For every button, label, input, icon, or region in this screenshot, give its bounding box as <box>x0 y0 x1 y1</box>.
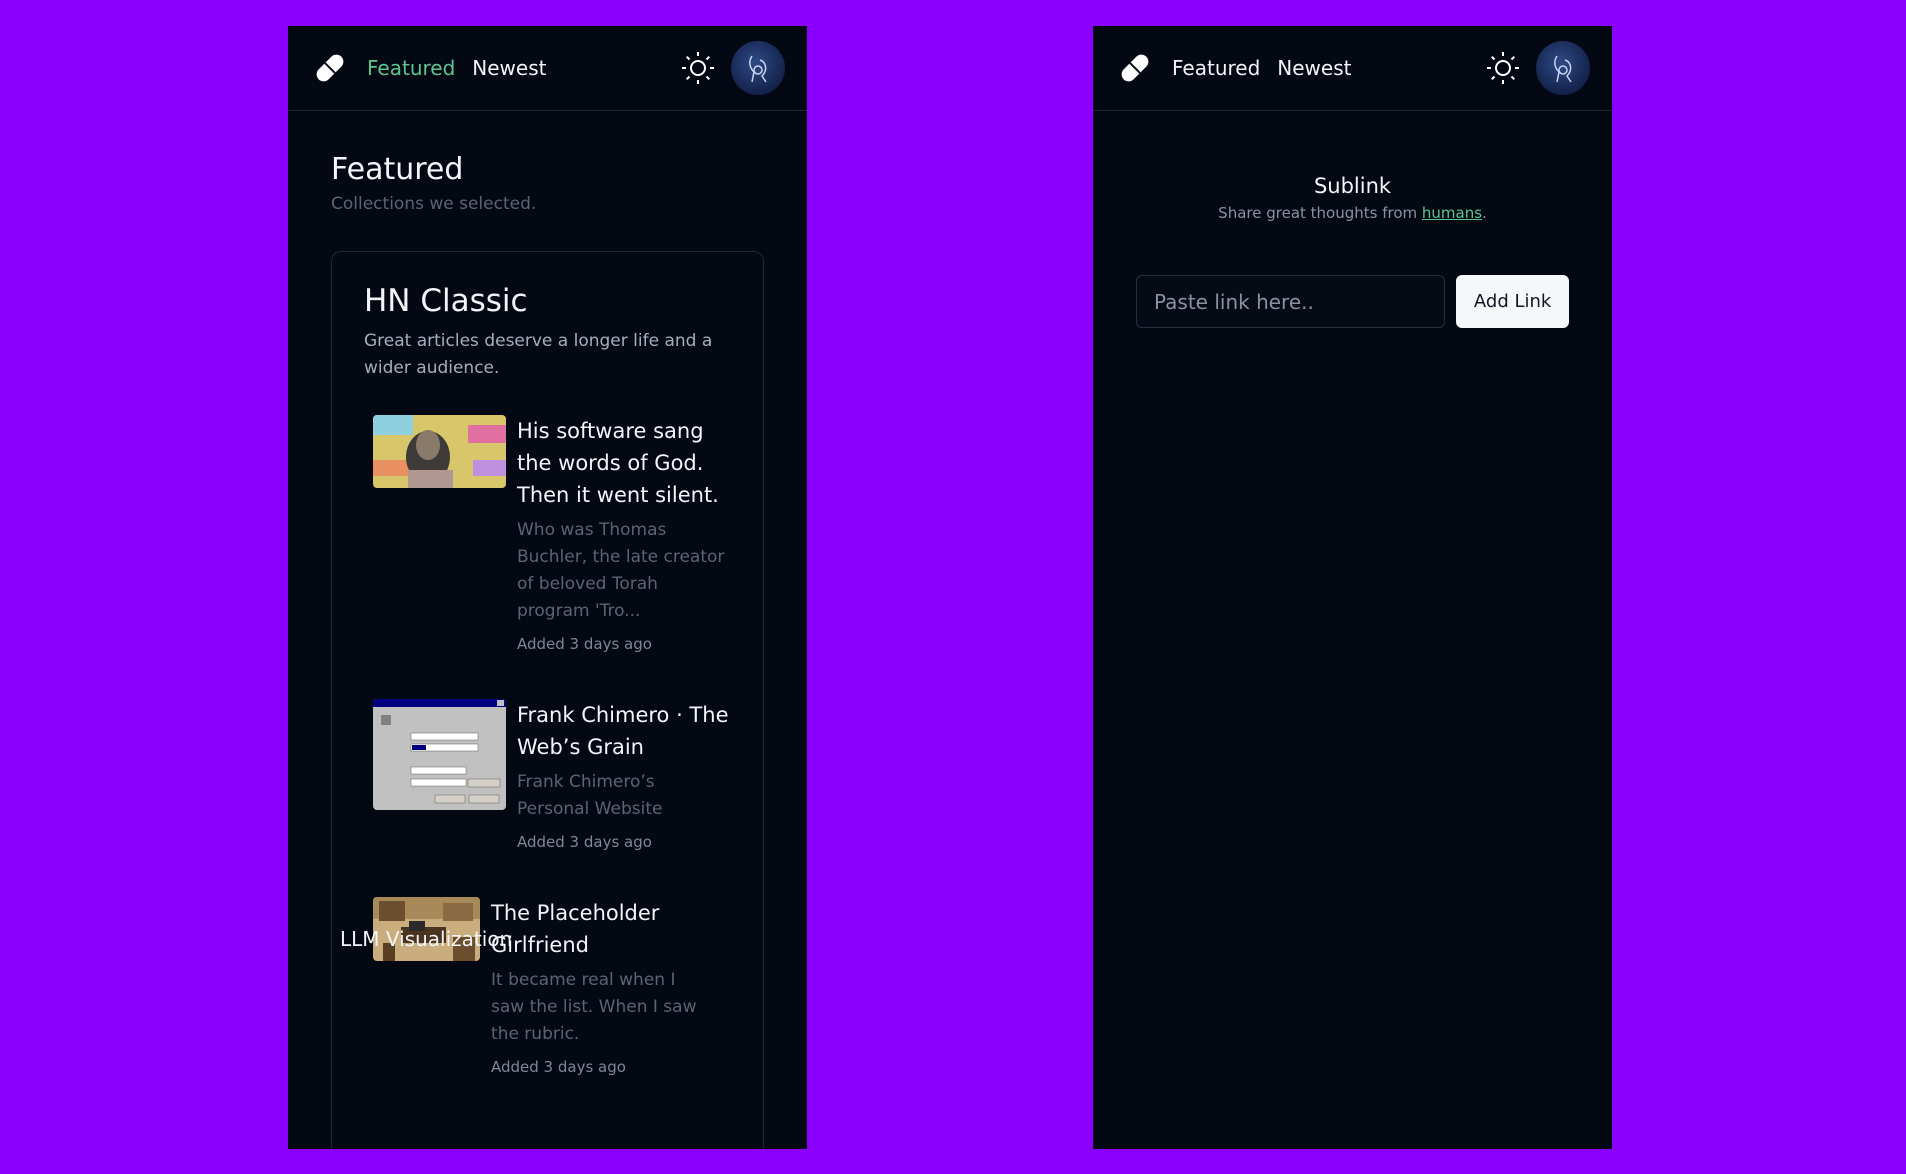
article-item[interactable]: Frank Chimero · The Web’s Grain Frank Ch… <box>373 699 743 851</box>
article-date: Added 3 days ago <box>517 635 652 653</box>
article-item[interactable]: His software sang the words of God. Then… <box>373 415 743 653</box>
site-tagline: Share great thoughts from humans. <box>1093 204 1612 222</box>
article-body: Frank Chimero · The Web’s Grain Frank Ch… <box>517 699 732 851</box>
collection-description: Great articles deserve a longer life and… <box>364 331 713 378</box>
article-body: His software sang the words of God. Then… <box>517 415 732 653</box>
collection-title[interactable]: HN Classic <box>364 282 731 320</box>
article-title[interactable]: The Placeholder Girlfriend <box>491 897 706 961</box>
tagline-suffix: . <box>1482 204 1487 222</box>
article-description: Who was Thomas Buchler, the late creator… <box>517 520 725 621</box>
featured-screen: Featured Newest Featured Collections we … <box>288 26 807 1149</box>
tagline-prefix: Share great thoughts from <box>1218 204 1422 222</box>
avatar[interactable] <box>731 41 785 95</box>
page-subtitle: Collections we selected. <box>331 194 537 214</box>
next-collection-title[interactable]: LLM Visualization <box>340 927 512 951</box>
hero: Sublink Share great thoughts from humans… <box>1093 174 1612 222</box>
add-link-button[interactable]: Add Link <box>1456 275 1569 328</box>
article-body: The Placeholder Girlfriend It became rea… <box>491 897 706 1076</box>
nav-link-featured[interactable]: Featured <box>1172 56 1260 80</box>
article-description: Frank Chimero’s Personal Website <box>517 772 663 819</box>
article-date: Added 3 days ago <box>491 1058 626 1076</box>
article-title[interactable]: Frank Chimero · The Web’s Grain <box>517 699 732 763</box>
pill-icon[interactable] <box>310 48 350 88</box>
site-title: Sublink <box>1313 174 1392 198</box>
article-description: It became real when I saw the list. When… <box>491 970 697 1044</box>
article-thumbnail[interactable] <box>373 699 506 810</box>
nav-link-featured[interactable]: Featured <box>367 56 455 80</box>
add-link-form: Add Link <box>1136 275 1569 328</box>
pill-icon[interactable] <box>1115 48 1155 88</box>
nav-link-newest[interactable]: Newest <box>472 56 546 80</box>
article-item[interactable]: The Placeholder Girlfriend It became rea… <box>373 897 743 1076</box>
article-thumbnail[interactable] <box>373 415 506 488</box>
page-title: Featured <box>331 152 464 187</box>
featured-header: Featured Collections we selected. <box>288 111 807 214</box>
avatar[interactable] <box>1536 41 1590 95</box>
article-title[interactable]: His software sang the words of God. Then… <box>517 415 732 511</box>
sun-icon[interactable] <box>679 49 717 87</box>
navbar: Featured Newest <box>288 26 807 111</box>
article-date: Added 3 days ago <box>517 833 652 851</box>
sublink-screen: Featured Newest Sublink Share great thou… <box>1093 26 1612 1149</box>
nav-link-newest[interactable]: Newest <box>1277 56 1351 80</box>
link-input[interactable] <box>1136 275 1446 328</box>
sun-icon[interactable] <box>1484 49 1522 87</box>
humans-link[interactable]: humans <box>1422 204 1482 222</box>
navbar: Featured Newest <box>1093 26 1612 111</box>
